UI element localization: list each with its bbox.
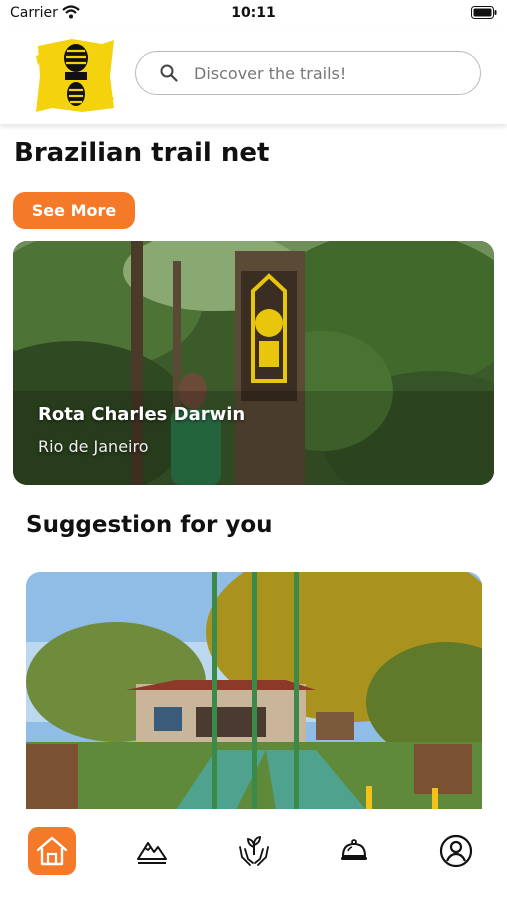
clock: 10:11 (231, 5, 276, 21)
app-header (0, 28, 507, 124)
search-icon (160, 64, 178, 82)
profile-icon (439, 834, 473, 868)
tab-nature[interactable] (230, 827, 278, 875)
mountain-icon (137, 842, 167, 864)
status-bar: Carrier 10:11 (0, 0, 507, 28)
tab-bar (0, 809, 507, 900)
tab-trails[interactable] (128, 827, 176, 875)
plant-hands-icon (239, 835, 269, 866)
trail-card-location: Rio de Janeiro (38, 437, 149, 456)
boot-print-logo[interactable] (32, 36, 116, 114)
tab-services[interactable] (330, 827, 378, 875)
suggestion-card[interactable] (26, 572, 482, 810)
tab-profile[interactable] (432, 827, 480, 875)
section-title-trail-net: Brazilian trail net (14, 138, 270, 168)
suggestion-photo (26, 572, 482, 810)
section-title-suggestions: Suggestion for you (26, 512, 273, 538)
search-input[interactable] (192, 62, 456, 84)
featured-trail-card[interactable]: Rota Charles Darwin Rio de Janeiro (13, 241, 494, 485)
battery-icon (471, 6, 497, 19)
see-more-button[interactable]: See More (13, 192, 135, 229)
trail-card-title: Rota Charles Darwin (38, 404, 246, 425)
service-bell-icon (341, 839, 367, 860)
home-icon (36, 836, 68, 866)
tab-home[interactable] (28, 827, 76, 875)
search-bar[interactable] (135, 51, 481, 95)
